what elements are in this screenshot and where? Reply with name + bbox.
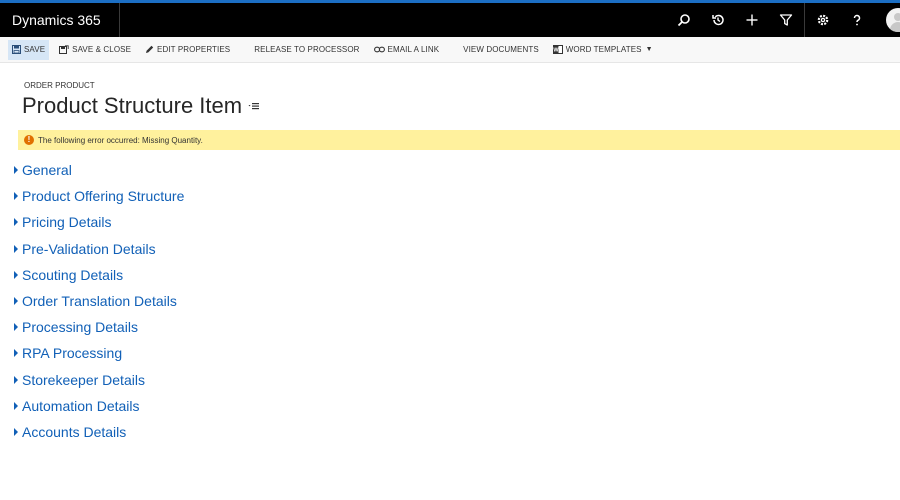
- user-avatar-wrap[interactable]: [874, 3, 900, 37]
- release-to-processor-button[interactable]: RELEASE TO PROCESSOR: [250, 40, 363, 60]
- entity-label: ORDER PRODUCT: [24, 81, 95, 90]
- section-automation-details[interactable]: Automation Details: [14, 393, 184, 419]
- pencil-icon: [146, 45, 154, 53]
- view-documents-label: VIEW DOCUMENTS: [463, 45, 539, 54]
- expand-triangle-icon: [14, 349, 18, 358]
- section-order-translation-details[interactable]: Order Translation Details: [14, 288, 184, 314]
- section-processing-details[interactable]: Processing Details: [14, 314, 184, 340]
- save-close-button[interactable]: SAVE & CLOSE: [55, 40, 135, 60]
- app-title[interactable]: Dynamics 365: [0, 3, 120, 37]
- expand-triangle-icon: [14, 166, 18, 175]
- section-label: Scouting Details: [22, 266, 124, 283]
- save-icon: [12, 45, 21, 54]
- top-nav-bar: Dynamics 365: [0, 0, 900, 37]
- expand-triangle-icon: [14, 244, 18, 253]
- user-avatar[interactable]: [886, 8, 900, 32]
- save-button[interactable]: SAVE: [8, 39, 50, 60]
- expand-triangle-icon: [14, 375, 18, 384]
- email-link-button[interactable]: EMAIL A LINK: [370, 40, 444, 60]
- error-notification-text: The following error occurred: Missing Qu…: [38, 135, 203, 145]
- svg-text:W: W: [553, 48, 559, 54]
- section-rpa-processing[interactable]: RPA Processing: [14, 340, 184, 366]
- form-selector-icon[interactable]: [248, 102, 260, 110]
- section-label: Pricing Details: [22, 214, 112, 231]
- section-accounts-details[interactable]: Accounts Details: [14, 419, 184, 445]
- section-label: Accounts Details: [22, 423, 127, 440]
- page-title: Product Structure Item: [22, 93, 243, 118]
- word-templates-label: WORD TEMPLATES: [565, 45, 642, 54]
- chevron-down-icon: ▼: [645, 46, 653, 53]
- section-label: Storekeeper Details: [22, 371, 145, 388]
- new-record-icon[interactable]: [735, 3, 769, 37]
- nav-divider: [804, 3, 805, 37]
- section-storekeeper-details[interactable]: Storekeeper Details: [14, 367, 184, 393]
- section-scouting-details[interactable]: Scouting Details: [14, 262, 184, 288]
- section-label: General: [22, 162, 72, 179]
- section-label: RPA Processing: [22, 345, 123, 362]
- section-label: Product Offering Structure: [22, 188, 185, 205]
- command-bar: SAVE SAVE & CLOSE EDIT PROPERTIES RELEAS…: [0, 37, 900, 63]
- expand-triangle-icon: [14, 427, 18, 436]
- expand-triangle-icon: [14, 218, 18, 227]
- email-link-label: EMAIL A LINK: [387, 45, 440, 54]
- top-nav-icons: [667, 3, 900, 37]
- section-general[interactable]: General: [14, 157, 184, 183]
- section-product-offering-structure[interactable]: Product Offering Structure: [14, 183, 184, 209]
- warning-icon: !: [24, 135, 34, 145]
- expand-triangle-icon: [14, 323, 18, 332]
- section-label: Automation Details: [22, 397, 140, 414]
- section-label: Processing Details: [22, 319, 138, 336]
- word-templates-button[interactable]: W WORD TEMPLATES ▼: [549, 40, 657, 60]
- expand-triangle-icon: [14, 401, 18, 410]
- view-documents-button[interactable]: VIEW DOCUMENTS: [459, 40, 543, 60]
- advanced-find-icon[interactable]: [769, 3, 803, 37]
- recent-icon[interactable]: [701, 3, 735, 37]
- section-label: Pre-Validation Details: [22, 240, 156, 257]
- section-pre-validation-details[interactable]: Pre-Validation Details: [14, 236, 184, 262]
- settings-icon[interactable]: [806, 3, 840, 37]
- expand-triangle-icon: [14, 270, 18, 279]
- edit-properties-label: EDIT PROPERTIES: [157, 45, 231, 54]
- error-notification: ! The following error occurred: Missing …: [18, 130, 900, 150]
- save-label: SAVE: [24, 45, 46, 54]
- link-icon: [373, 46, 385, 53]
- release-label: RELEASE TO PROCESSOR: [254, 45, 360, 54]
- word-icon: W: [552, 45, 563, 54]
- section-label: Order Translation Details: [22, 293, 177, 310]
- edit-properties-button[interactable]: EDIT PROPERTIES: [141, 40, 234, 60]
- expand-triangle-icon: [14, 192, 18, 201]
- form-sections: General Product Offering Structure Prici…: [14, 157, 184, 445]
- search-icon[interactable]: [667, 3, 701, 37]
- section-pricing-details[interactable]: Pricing Details: [14, 209, 184, 235]
- page-title-row: Product Structure Item: [22, 93, 260, 119]
- save-close-label: SAVE & CLOSE: [72, 45, 132, 54]
- help-icon[interactable]: [840, 3, 874, 37]
- save-close-icon: [59, 45, 69, 54]
- expand-triangle-icon: [14, 297, 18, 306]
